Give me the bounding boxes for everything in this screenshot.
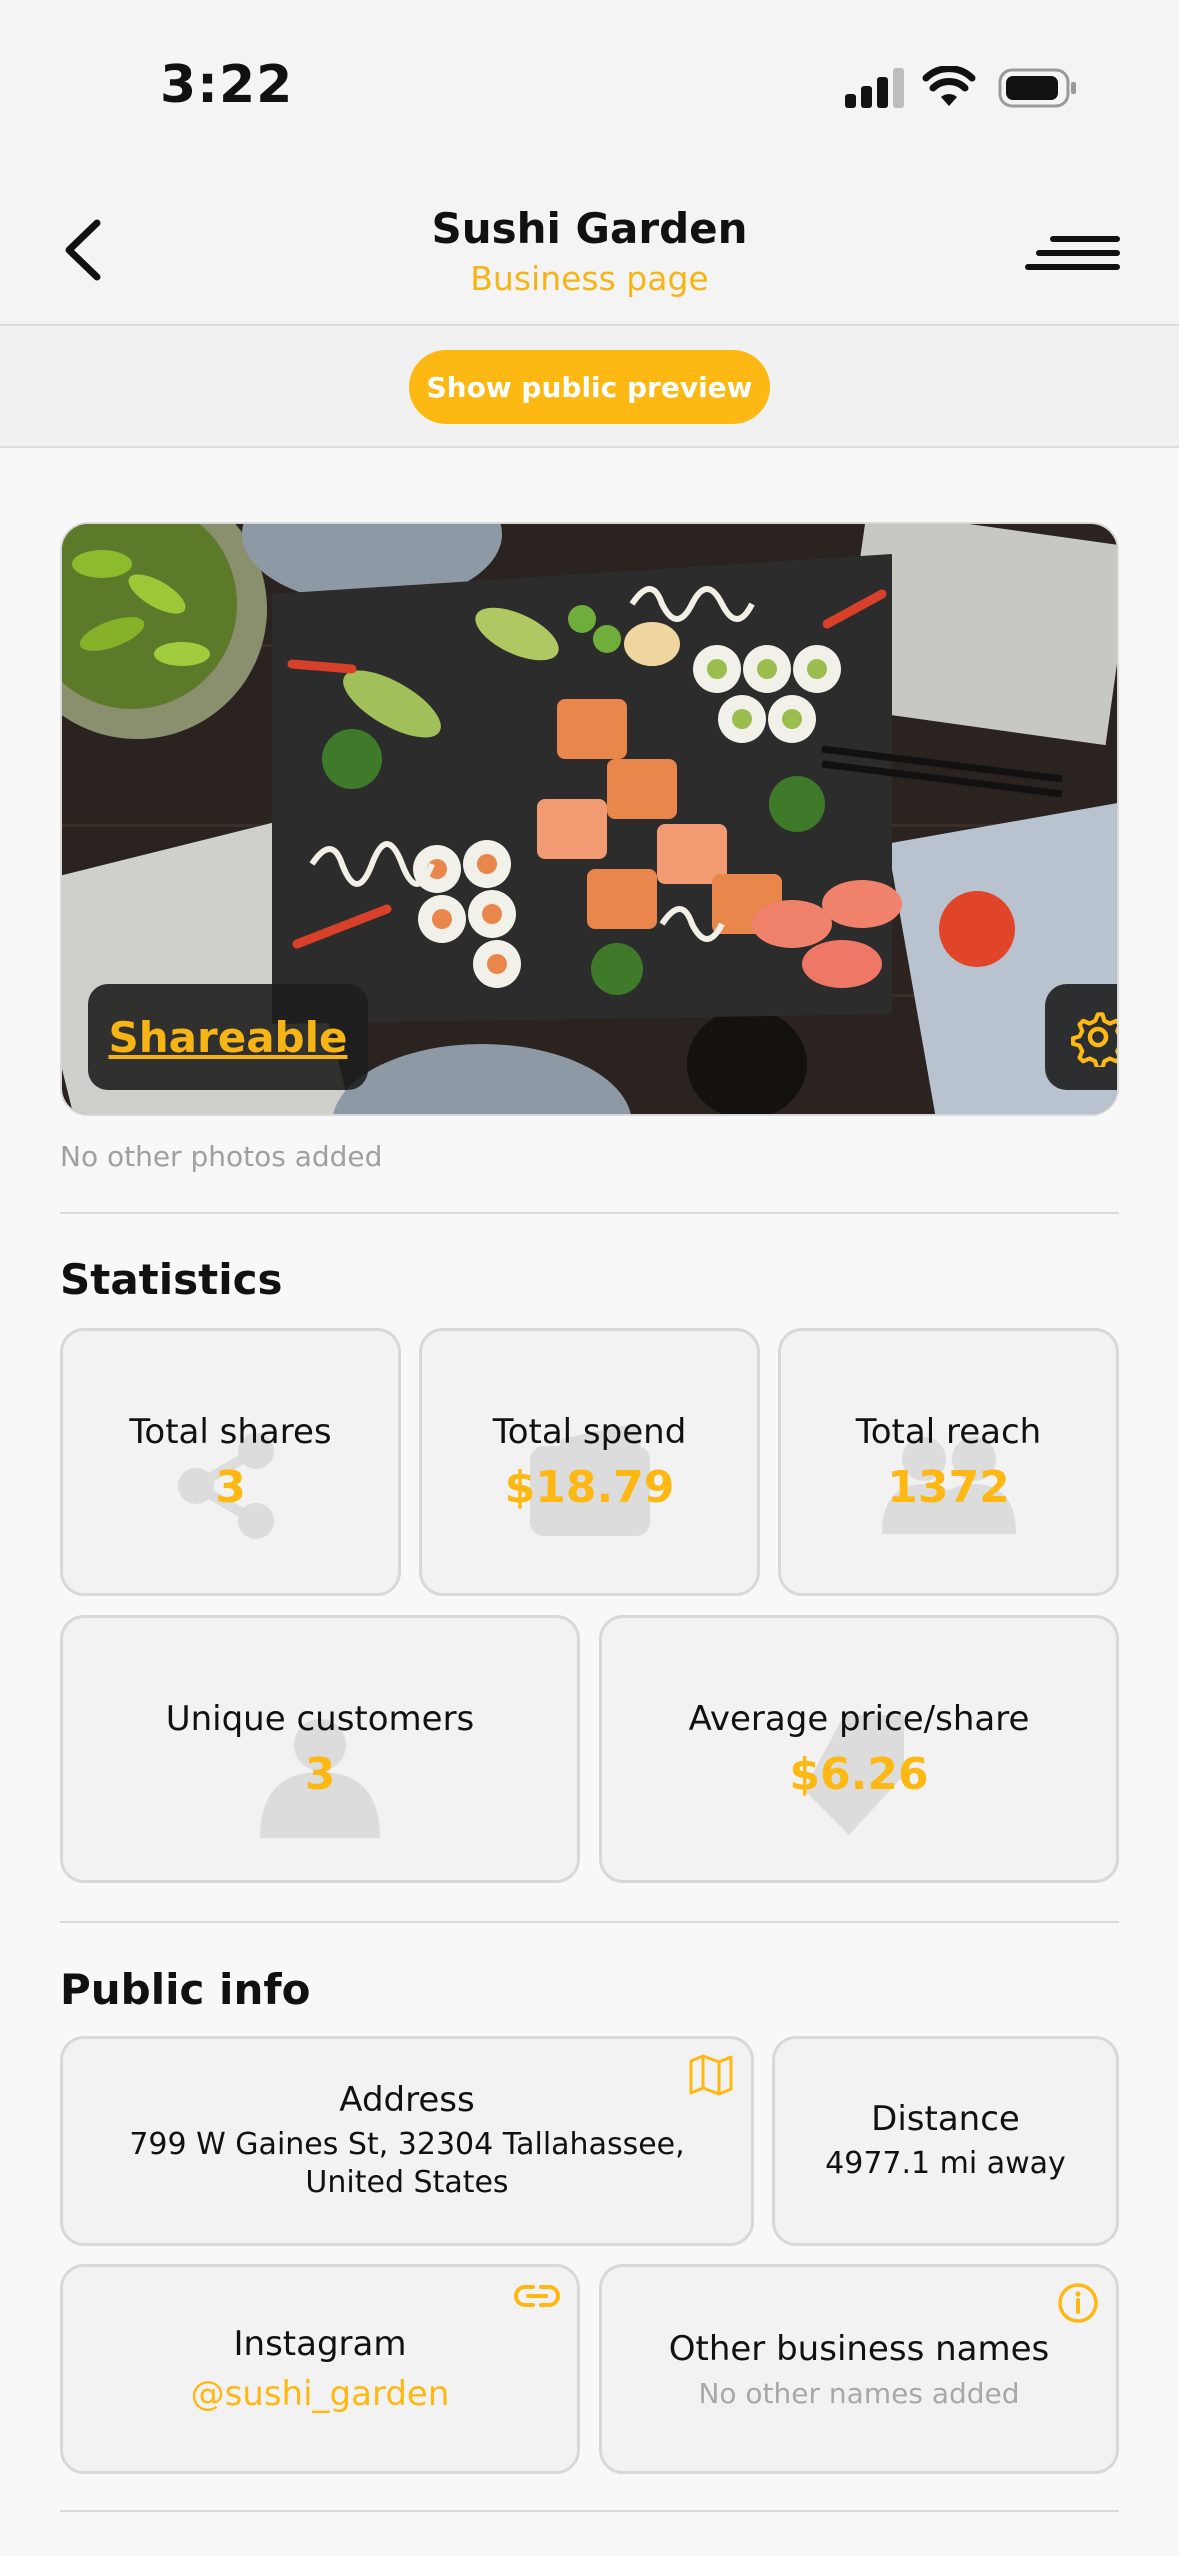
instagram-handle[interactable]: @sushi_garden (191, 2374, 450, 2414)
shareable-badge[interactable]: Shareable (88, 984, 368, 1090)
stat-card-unique-customers: Unique customers 3 (60, 1615, 580, 1883)
stat-label: Unique customers (165, 1698, 475, 1739)
page-title: Sushi Garden (431, 204, 748, 253)
app-header: Sushi Garden Business page (0, 170, 1179, 326)
status-time: 3:22 (160, 55, 294, 115)
preview-bar: Show public preview (0, 326, 1179, 448)
stat-value: 3 (304, 1748, 336, 1800)
link-icon (514, 2285, 560, 2307)
header-title-group: Sushi Garden Business page (0, 204, 1179, 298)
statistics-title: Statistics (60, 1255, 283, 1304)
address-line2: United States (305, 2165, 509, 2200)
divider (60, 2510, 1119, 2512)
menu-icon[interactable] (1025, 228, 1120, 278)
info-icon (1058, 2283, 1098, 2323)
address-card[interactable]: Address 799 W Gaines St, 32304 Tallahass… (60, 2036, 754, 2246)
distance-label: Distance (871, 2099, 1020, 2139)
show-public-preview-button[interactable]: Show public preview (409, 350, 770, 424)
stat-label: Average price/share (688, 1698, 1030, 1739)
divider (60, 1212, 1119, 1214)
divider (60, 1921, 1119, 1923)
gear-icon (1070, 1012, 1117, 1067)
instagram-label: Instagram (233, 2324, 407, 2364)
other-names-card[interactable]: Other business names No other names adde… (599, 2264, 1119, 2474)
stat-card-average-price: Average price/share $6.26 (599, 1615, 1119, 1883)
battery-icon (998, 68, 1076, 108)
stat-value: $18.79 (504, 1461, 675, 1513)
stat-value: $6.26 (789, 1748, 929, 1800)
map-icon (689, 2054, 733, 2096)
other-names-value: No other names added (698, 2376, 1020, 2410)
photos-note: No other photos added (60, 1140, 383, 1173)
instagram-card[interactable]: Instagram @sushi_garden (60, 2264, 580, 2474)
business-photo: Shareable (60, 522, 1119, 1116)
stat-label: Total shares (129, 1411, 332, 1452)
distance-card: Distance 4977.1 mi away (772, 2036, 1119, 2246)
status-bar: 3:22 (0, 0, 1179, 170)
stat-label: Total reach (855, 1411, 1042, 1452)
page-subtitle: Business page (470, 259, 709, 298)
wifi-icon (922, 66, 976, 106)
stat-label: Total spend (492, 1411, 687, 1452)
stat-card-total-shares: Total shares 3 (60, 1328, 401, 1596)
public-info-title: Public info (60, 1965, 311, 2014)
other-names-label: Other business names (668, 2328, 1050, 2369)
stat-card-total-spend: Total spend $18.79 (419, 1328, 760, 1596)
photo-settings-button[interactable] (1045, 984, 1117, 1090)
stat-value: 3 (215, 1461, 246, 1513)
signal-icon (845, 68, 905, 108)
address-line1: 799 W Gaines St, 32304 Tallahassee, (129, 2127, 685, 2162)
address-label: Address (339, 2080, 475, 2120)
distance-value: 4977.1 mi away (825, 2146, 1066, 2181)
stat-value: 1372 (887, 1461, 1010, 1513)
stat-card-total-reach: Total reach 1372 (778, 1328, 1119, 1596)
